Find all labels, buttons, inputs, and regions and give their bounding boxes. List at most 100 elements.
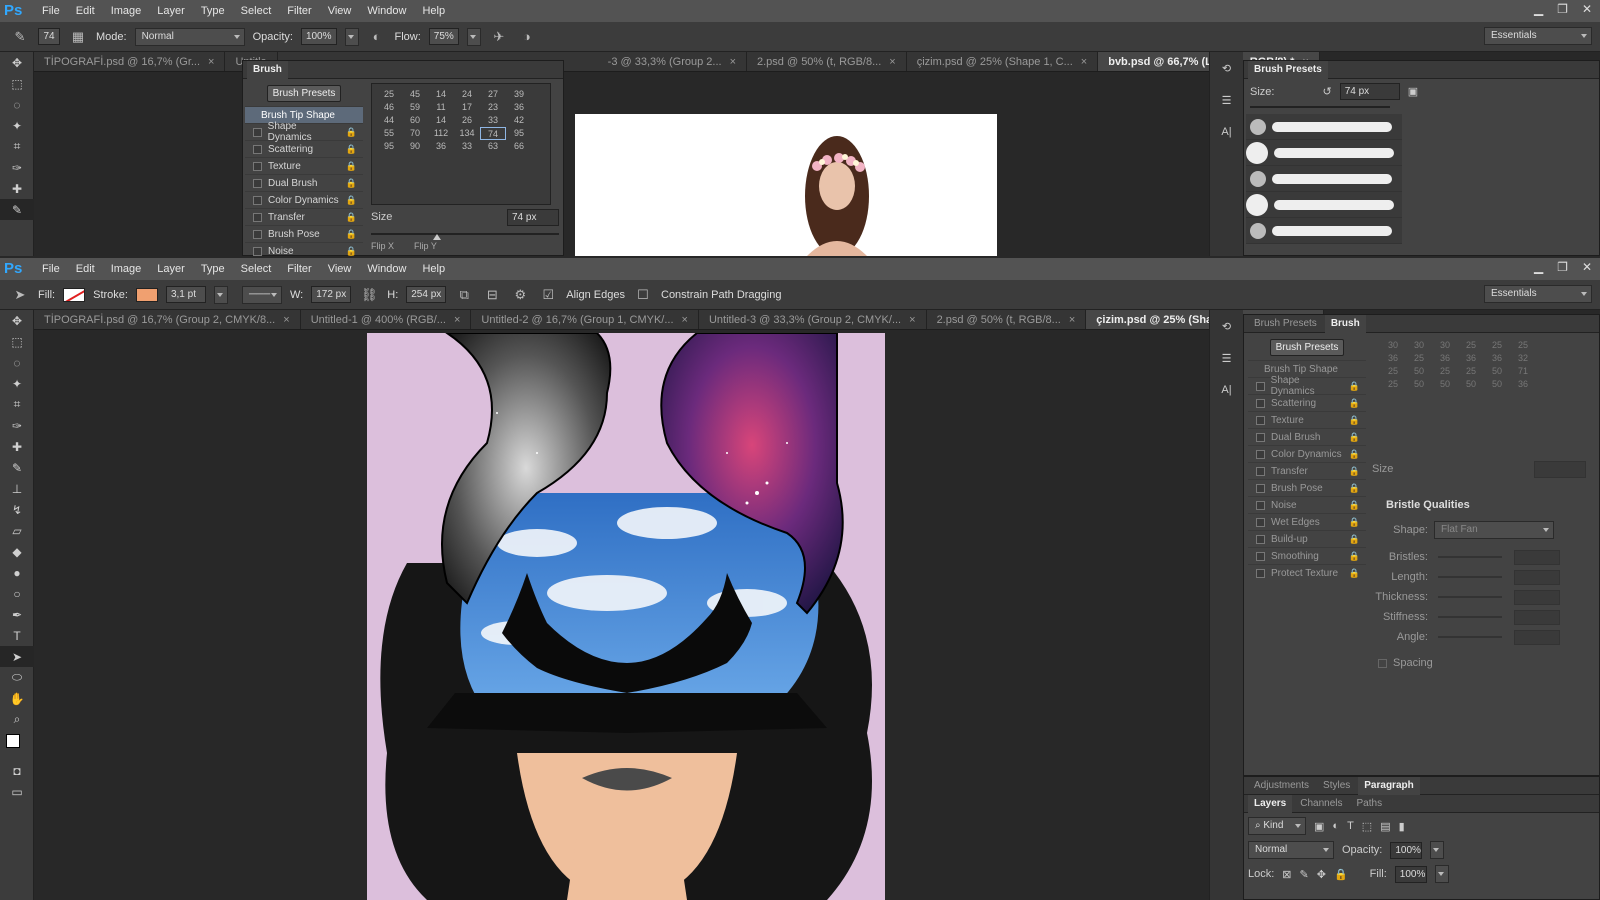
brush-tip-cell[interactable]: 30 [1406,339,1432,352]
close-tab-icon[interactable]: × [1081,52,1087,71]
pressure-size-icon[interactable]: ◑ [517,27,537,47]
crop-tool-icon[interactable]: ⌗ [0,394,34,415]
doc-tab[interactable]: TİPOGRAFİ.psd @ 16,7% (Gr... × [34,52,226,71]
brush-tip-cell[interactable]: 95 [506,127,532,140]
preset-strokes-list[interactable] [1246,114,1402,244]
brush-tip-cell[interactable]: 23 [480,101,506,114]
spacing-checkbox[interactable] [1378,658,1387,668]
brush-tip-cell[interactable]: 27 [480,88,506,101]
menu-type[interactable]: Type [193,258,233,280]
type-tool-icon[interactable]: T [0,625,34,646]
brush-tip-cell[interactable]: 33 [454,140,480,153]
brush-tip-cell[interactable]: 17 [454,101,480,114]
close-tab-icon[interactable]: × [730,52,736,71]
menu-image[interactable]: Image [103,0,150,22]
brush-tip-cell[interactable]: 55 [376,127,402,140]
blend-mode-select[interactable]: Normal [1248,841,1334,859]
quick-mask-icon[interactable]: ◘ [0,760,34,781]
stroke-swatch[interactable] [135,287,158,302]
hand-tool-icon[interactable]: ✋ [0,688,34,709]
lock-icon[interactable]: 🔒 [1349,398,1360,409]
checkbox[interactable] [1256,466,1265,476]
tab-adjustments[interactable]: Adjustments [1248,777,1315,795]
doc-tab[interactable]: TİPOGRAFİ.psd @ 16,7% (Group 2, CMYK/8..… [34,310,301,329]
param-field[interactable] [1514,549,1560,565]
opacity-dropdown[interactable] [344,27,359,46]
brush-tip-cell[interactable]: 25 [1380,378,1406,391]
checkbox[interactable] [253,144,262,154]
lock-icon[interactable]: 🔒 [1349,449,1360,460]
brush-tip-cell[interactable]: 50 [1484,365,1510,378]
lock-icon[interactable]: 🔒 [1349,381,1360,392]
magic-wand-tool-icon[interactable]: ✦ [0,373,34,394]
checkbox[interactable] [1256,415,1265,425]
menu-select[interactable]: Select [233,258,280,280]
align-edges-checkbox-icon[interactable]: ☑ [538,285,558,305]
history-icon[interactable]: ⟲ [1210,310,1243,342]
align-edges-label[interactable]: Align Edges [566,289,625,301]
reset-icon[interactable]: ↺ [1322,85,1331,98]
brush-option-item[interactable]: Scattering 🔒 [1248,394,1366,411]
preset-stroke[interactable] [1246,192,1402,218]
flow-field[interactable]: 75% [428,28,459,45]
link-icon[interactable]: ⛓ [359,285,379,305]
tab-brush[interactable]: Brush [1324,314,1366,333]
param-field[interactable] [1514,589,1560,605]
clone-stamp-tool-icon[interactable]: ⊥ [0,478,34,499]
brush-tip-cell[interactable]: 112 [428,127,454,140]
close-tab-icon[interactable]: × [889,52,895,71]
brush-tip-cell[interactable]: 44 [376,114,402,127]
tab-paragraph[interactable]: Paragraph [1358,776,1420,795]
workspace-select[interactable]: Essentials [1484,285,1592,303]
menu-file[interactable]: File [34,0,68,22]
brush-tip-cell[interactable]: 59 [402,101,428,114]
crop-tool-icon[interactable]: ⌗ [0,136,34,157]
lock-transparent-icon[interactable]: ⊠ [1282,868,1291,881]
lock-icon[interactable]: 🔒 [346,161,357,172]
brush-tip-cell[interactable]: 90 [402,140,428,153]
menu-help[interactable]: Help [414,0,453,22]
brush-tip-cell[interactable]: 25 [1406,352,1432,365]
lock-icon[interactable]: 🔒 [1349,551,1360,562]
checkbox[interactable] [253,246,262,256]
lock-icon[interactable]: 🔒 [1349,568,1360,579]
menu-view[interactable]: View [320,258,360,280]
ellipse-tool-icon[interactable]: ⬭ [0,667,34,688]
menu-window[interactable]: Window [359,0,414,22]
lock-icon[interactable]: 🔒 [346,127,357,138]
presets-panel-title[interactable]: Brush Presets [1248,60,1328,79]
doc-tab[interactable]: çizim.psd @ 25% (Shape 1, C... × [907,52,1099,71]
brush-tip-cell[interactable]: 66 [506,140,532,153]
brush-tip-cell[interactable]: 50 [1458,378,1484,391]
option-scattering[interactable]: Scattering 🔒 [245,140,363,157]
restore-icon[interactable]: ❐ [1557,2,1568,16]
menu-type[interactable]: Type [193,0,233,22]
brush-tip-grid[interactable]: 25 45 14 24 27 39 46 59 11 17 23 36 44 60 14 26 33 42 55 70… [371,83,551,205]
zoom-tool-icon[interactable]: ⌕ [0,709,34,730]
checkbox[interactable] [253,178,262,188]
menu-select[interactable]: Select [233,0,280,22]
preset-stroke[interactable] [1246,114,1402,140]
slider-thumb[interactable] [433,230,441,240]
checkbox[interactable] [1256,500,1265,510]
brush-tip-cell[interactable]: 25 [376,88,402,101]
checkbox[interactable] [1256,381,1265,391]
lock-icon[interactable]: 🔒 [346,229,357,240]
path-selection-tool-icon[interactable]: ➤ [10,285,30,305]
path-operations-icon[interactable]: ⧉ [454,285,474,305]
brush-tip-cell[interactable]: 25 [1432,365,1458,378]
lock-position-icon[interactable]: ✥ [1317,868,1326,881]
option-brush-pose[interactable]: Brush Pose 🔒 [245,225,363,242]
history-icon[interactable]: ⟲ [1210,52,1243,84]
brush-tip-cell[interactable]: 32 [1510,352,1536,365]
brush-tip-cell[interactable]: 39 [506,88,532,101]
preset-stroke[interactable] [1246,166,1402,192]
healing-tool-icon[interactable]: ✚ [0,178,34,199]
lock-icon[interactable]: 🔒 [1349,500,1360,511]
lock-all-icon[interactable]: 🔒 [1334,868,1348,881]
doc-tab[interactable]: -3 @ 33,3% (Group 2... × [598,52,747,71]
lock-icon[interactable]: 🔒 [346,178,357,189]
menu-filter[interactable]: Filter [279,258,319,280]
brush-tip-cell[interactable]: 30 [1380,339,1406,352]
fill-dropdown[interactable] [1434,865,1449,883]
